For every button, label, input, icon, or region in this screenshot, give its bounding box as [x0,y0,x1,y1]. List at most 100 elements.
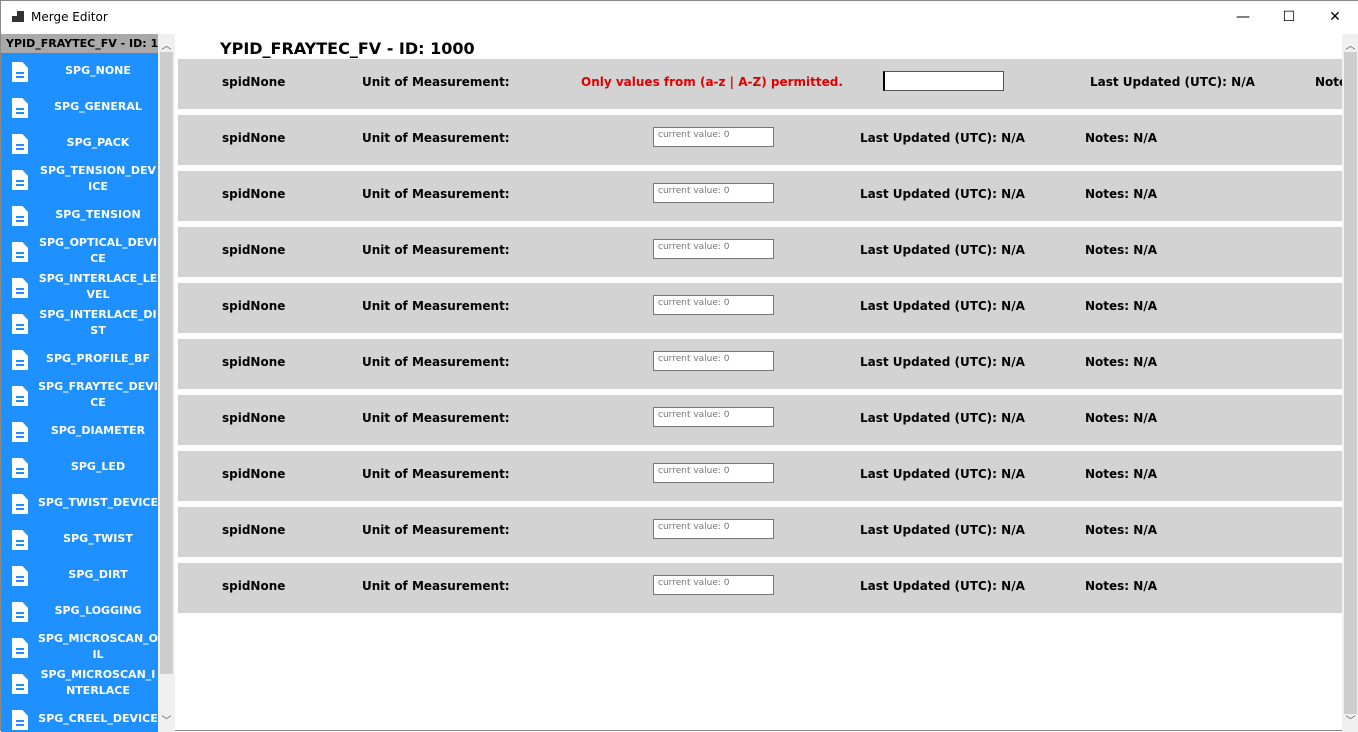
parameter-row-active: spidNone Unit of Measurement: Only value… [178,59,1342,109]
document-icon [12,602,28,622]
sidebar-item[interactable]: SPG_TWIST [1,521,158,557]
sidebar-item-label: SPG_MICROSCAN_OIL [38,632,158,661]
unit-label: Unit of Measurement: [362,299,510,313]
scroll-up-arrow[interactable]: ︿ [1342,37,1358,52]
close-button[interactable]: ✕ [1312,1,1358,34]
sidebar-item[interactable]: SPG_LED [1,449,158,485]
unit-input[interactable]: current value: 0 [653,183,774,203]
sidebar-item-label: SPG_OPTICAL_DEVICE [39,236,157,265]
last-updated: Last Updated (UTC): N/A [860,523,1025,537]
sidebar-item-label: SPG_GENERAL [54,100,142,113]
param-name: spidNone [222,355,286,369]
document-icon [12,566,28,586]
sidebar-header: YPID_FRAYTEC_FV - ID: 1000 [1,34,158,53]
sidebar-item-label: SPG_PROFILE_BF [46,352,150,365]
unit-label: Unit of Measurement: [362,523,510,537]
sidebar-item[interactable]: SPG_INTERLACE_DIST [1,305,158,341]
sidebar-item-label: SPG_LOGGING [54,604,142,617]
sidebar-item-label: SPG_TENSION_DEVICE [40,164,156,193]
sidebar-scroll-thumb[interactable] [160,52,173,674]
unit-input[interactable] [883,71,1004,91]
param-name: spidNone [222,411,286,425]
scroll-down-arrow[interactable]: ﹀ [158,712,175,727]
sidebar-item-label: SPG_DIAMETER [50,424,146,437]
last-updated: Last Updated (UTC): N/A [860,355,1025,369]
scroll-up-arrow[interactable]: ︿ [158,37,175,52]
parameter-row: spidNone Unit of Measurement: current va… [178,451,1342,501]
sidebar-item[interactable]: SPG_GENERAL [1,89,158,125]
parameter-row: spidNone Unit of Measurement: current va… [178,339,1342,389]
scroll-down-arrow[interactable]: ﹀ [1342,712,1358,727]
sidebar-item[interactable]: SPG_TWIST_DEVICE [1,485,158,521]
sidebar-item-label: SPG_FRAYTEC_DEVICE [38,380,158,409]
sidebar-item[interactable]: SPG_FRAYTEC_DEVICE [1,377,158,413]
sidebar-item-label: SPG_INTERLACE_LEVEL [38,272,158,301]
param-name: spidNone [222,579,286,593]
unit-label: Unit of Measurement: [362,411,510,425]
sidebar-item-label: SPG_TWIST_DEVICE [38,496,158,509]
sidebar-item[interactable]: SPG_CREEL_DEVICE [1,701,158,732]
notes: Notes: N/A [1085,131,1157,145]
sidebar-item[interactable]: SPG_NONE [1,53,158,89]
app-icon [12,11,24,23]
unit-input[interactable]: current value: 0 [653,239,774,259]
main-scrollbar[interactable]: ︿ ﹀ [1342,34,1358,732]
last-updated: Last Updated (UTC): N/A [860,411,1025,425]
notes: Notes: N/A [1085,243,1157,257]
window-title: Merge Editor [31,10,108,24]
sidebar-item-label: SPG_INTERLACE_DIST [39,308,157,337]
sidebar-item[interactable]: SPG_MICROSCAN_INTERLACE [1,665,158,701]
document-icon [12,350,28,370]
sidebar-scrollbar[interactable]: ︿ ﹀ [158,34,175,732]
sidebar-item[interactable]: SPG_OPTICAL_DEVICE [1,233,158,269]
last-updated: Last Updated (UTC): N/A [860,243,1025,257]
sidebar-item-label: SPG_DIRT [68,568,128,581]
unit-input[interactable]: current value: 0 [653,463,774,483]
main-scroll-thumb[interactable] [1344,52,1357,714]
unit-label: Unit of Measurement: [362,131,510,145]
notes: Notes: N/A [1085,523,1157,537]
sidebar-item[interactable]: SPG_DIAMETER [1,413,158,449]
sidebar-item[interactable]: SPG_TENSION [1,197,158,233]
maximize-button[interactable]: ☐ [1266,1,1312,34]
notes: Notes: N/A [1315,75,1342,89]
notes: Notes: N/A [1085,355,1157,369]
param-name: spidNone [222,467,286,481]
unit-label: Unit of Measurement: [362,579,510,593]
unit-input[interactable]: current value: 0 [653,295,774,315]
document-icon [12,710,28,730]
unit-input[interactable]: current value: 0 [653,351,774,371]
document-icon [12,170,28,190]
unit-input[interactable]: current value: 0 [653,127,774,147]
unit-input[interactable]: current value: 0 [653,575,774,595]
sidebar-item[interactable]: SPG_PROFILE_BF [1,341,158,377]
document-icon [12,458,28,478]
parameter-row: spidNone Unit of Measurement: current va… [178,395,1342,445]
parameter-row: spidNone Unit of Measurement: current va… [178,507,1342,557]
sidebar-item[interactable]: SPG_MICROSCAN_OIL [1,629,158,665]
sidebar-item[interactable]: SPG_PACK [1,125,158,161]
document-icon [12,494,28,514]
document-icon [12,278,28,298]
parameter-row: spidNone Unit of Measurement: current va… [178,171,1342,221]
sidebar-item-label: SPG_TENSION [55,208,141,221]
sidebar-item[interactable]: SPG_TENSION_DEVICE [1,161,158,197]
unit-label: Unit of Measurement: [362,467,510,481]
document-icon [12,638,28,658]
parameter-row: spidNone Unit of Measurement: current va… [178,283,1342,333]
minimize-button[interactable]: — [1220,1,1266,34]
sidebar-item[interactable]: SPG_DIRT [1,557,158,593]
unit-input[interactable]: current value: 0 [653,407,774,427]
document-icon [12,98,28,118]
parameter-row: spidNone Unit of Measurement: current va… [178,115,1342,165]
sidebar-item[interactable]: SPG_LOGGING [1,593,158,629]
last-updated: Last Updated (UTC): N/A [860,131,1025,145]
validation-error: Only values from (a-z | A-Z) permitted. [581,75,843,89]
unit-label: Unit of Measurement: [362,75,510,89]
unit-input[interactable]: current value: 0 [653,519,774,539]
sidebar-item-label: SPG_TWIST [63,532,133,545]
document-icon [12,206,28,226]
unit-label: Unit of Measurement: [362,243,510,257]
sidebar-item[interactable]: SPG_INTERLACE_LEVEL [1,269,158,305]
notes: Notes: N/A [1085,187,1157,201]
